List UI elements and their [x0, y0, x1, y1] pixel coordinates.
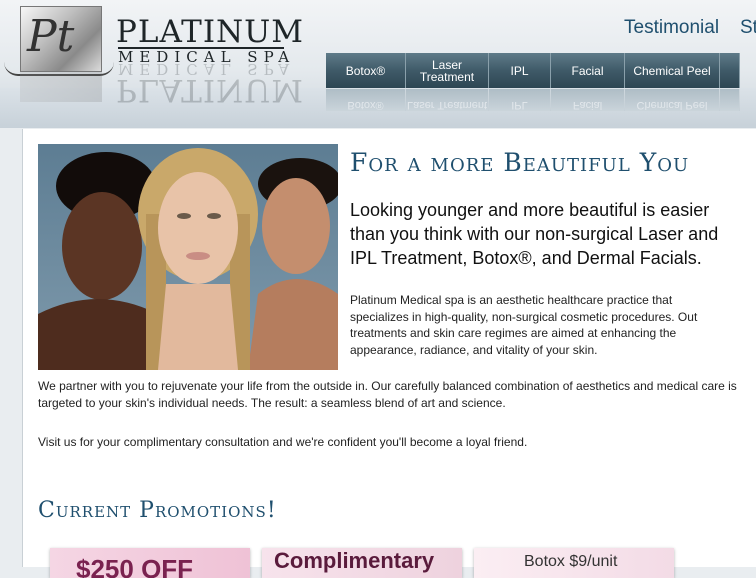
hero-photo-illustration	[38, 148, 338, 370]
body-paragraph-2: Visit us for your complimentary consulta…	[38, 435, 528, 449]
lead-paragraph: Looking younger and more beautiful is ea…	[350, 200, 719, 268]
nav-item-reflection-label: Chemical Peel	[636, 99, 708, 111]
promo-card-text: Complimentary	[274, 548, 435, 573]
promo-card-250-off[interactable]: $250 OFF	[50, 548, 250, 578]
body-paragraph-1: We partner with you to rejuvenate your l…	[38, 379, 737, 410]
page-headline: For a more Beautiful You	[350, 148, 690, 177]
nav-item-chemical-peel[interactable]: Chemical Peel	[625, 53, 720, 88]
nav-item-reflection	[720, 89, 740, 111]
promo-card-text: Botox $9/unit	[524, 553, 618, 570]
nav-item-reflection-label: Botox®	[347, 99, 384, 111]
nav-item-reflection: Facial	[551, 89, 625, 111]
logo-reflection-mark	[20, 72, 102, 102]
hero-photo	[38, 144, 338, 370]
logo-monogram-text: Pt	[27, 11, 75, 62]
nav-item-reflection: Chemical Peel	[625, 89, 720, 111]
promo-card-complimentary[interactable]: Complimentary	[262, 548, 462, 578]
nav-item-label: Chemical Peel	[633, 63, 711, 78]
nav-item-laser-treatment[interactable]: Laser Treatment	[406, 53, 489, 88]
nav-item-reflection-label: Facial	[572, 99, 603, 111]
nav-item-botox[interactable]: Botox®	[326, 53, 406, 88]
nav-item-label: Botox®	[345, 63, 386, 78]
top-link-testimonial[interactable]: Testimonial	[624, 17, 719, 39]
nav-item-reflection: Botox®	[326, 89, 406, 111]
intro-paragraph: Platinum Medical spa is an aesthetic hea…	[350, 293, 698, 357]
promotions-heading: Current Promotions!	[38, 498, 277, 523]
nav-item-more[interactable]	[720, 53, 740, 88]
main-nav: Botox® Laser Treatment IPL Facial Chemical P…	[326, 53, 740, 88]
nav-item-reflection-label: IPL	[511, 99, 528, 111]
nav-item-reflection: Laser Treatment	[406, 89, 489, 111]
promo-card-text: $250 OFF	[76, 554, 194, 578]
nav-item-facial[interactable]: Facial	[551, 53, 625, 88]
nav-item-reflection: IPL	[489, 89, 551, 111]
logo-reflection-subtitle: MEDICAL SPA	[118, 60, 296, 78]
nav-item-ipl[interactable]: IPL	[489, 53, 551, 88]
nav-item-label: IPL	[510, 63, 529, 78]
main-nav-reflection: Botox® Laser Treatment IPL Facial Chemical P…	[326, 89, 740, 111]
promo-card-botox[interactable]: Botox $9/unit	[474, 548, 674, 578]
top-link-partial[interactable]: St	[740, 17, 756, 39]
logo-title[interactable]: PLATINUM	[116, 14, 304, 50]
nav-item-label: Facial	[571, 63, 604, 78]
nav-item-reflection-label: Laser Treatment	[406, 99, 488, 111]
nav-item-label: Laser Treatment	[419, 57, 475, 84]
